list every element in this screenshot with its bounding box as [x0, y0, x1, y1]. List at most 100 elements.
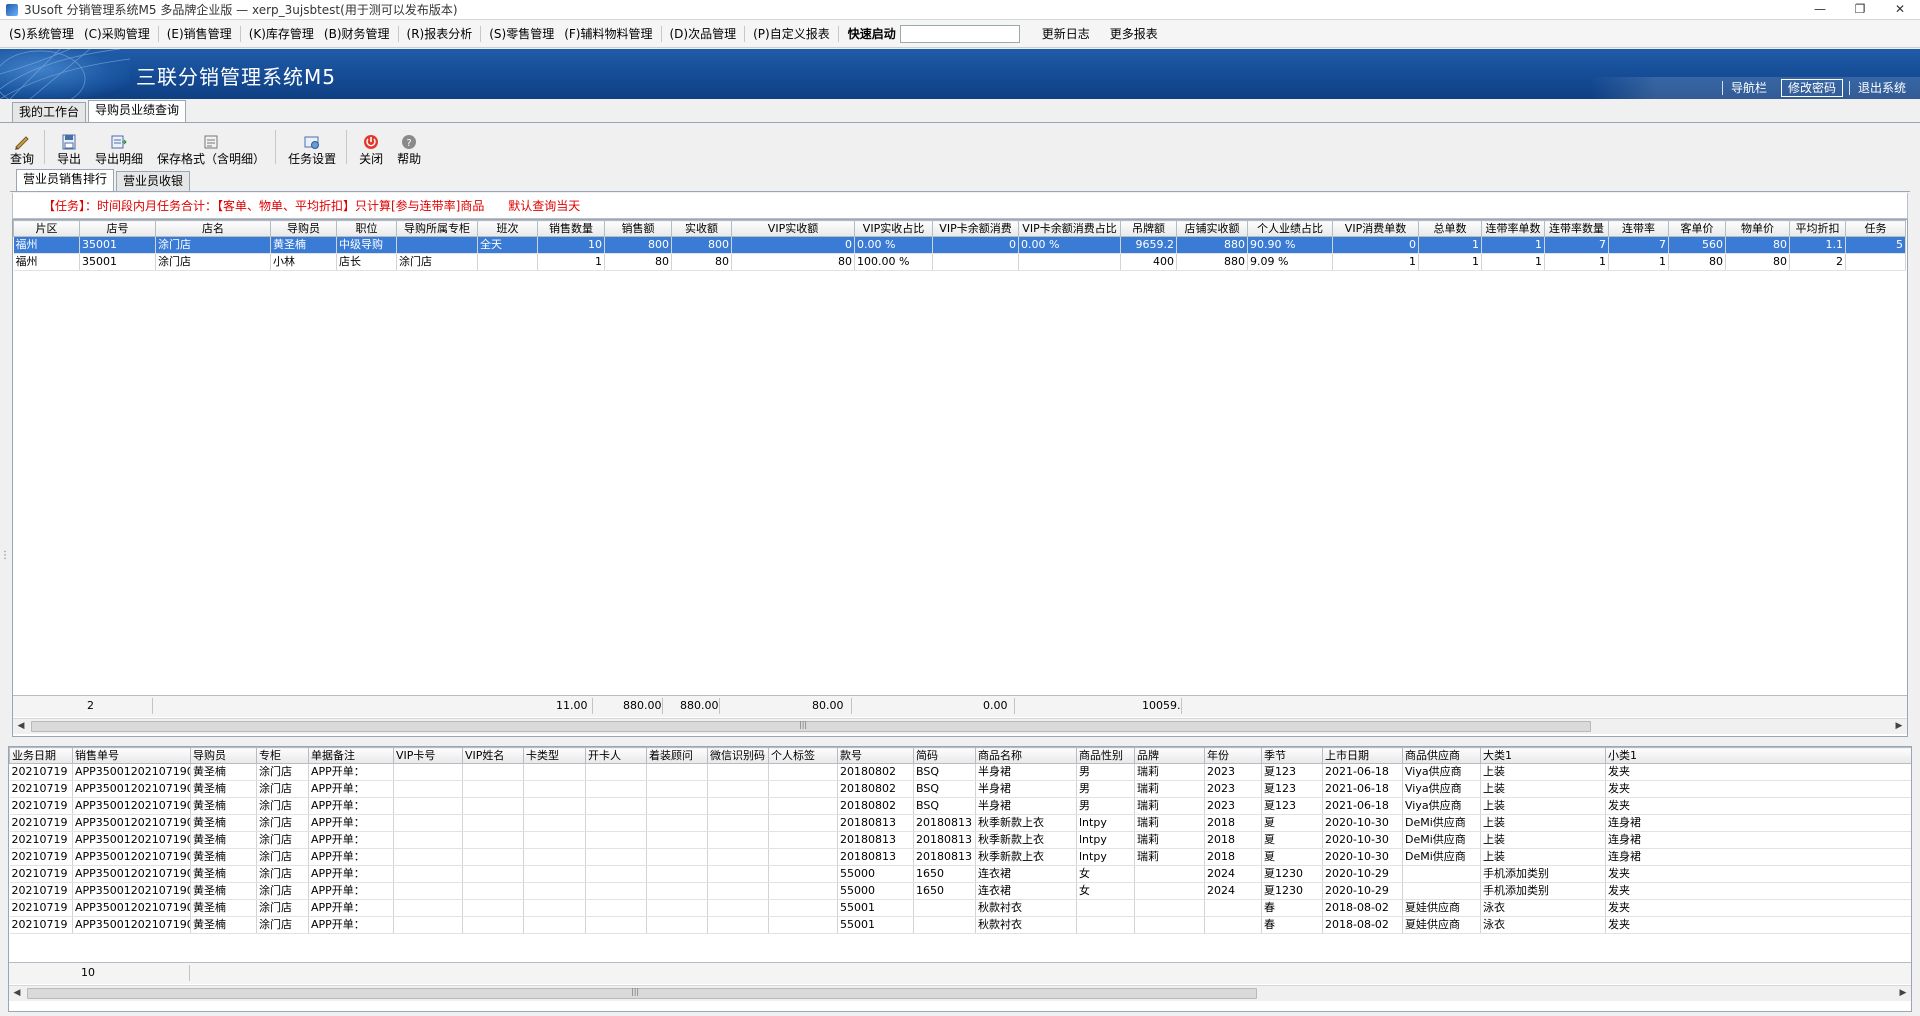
column-header[interactable]: 销售数量: [537, 220, 605, 237]
column-header[interactable]: VIP实收占比: [854, 220, 933, 237]
column-header[interactable]: 年份: [1204, 747, 1262, 764]
menu-finance[interactable]: (B)财务管理: [319, 23, 395, 45]
menu-defects[interactable]: (D)次品管理: [665, 23, 742, 45]
help-button[interactable]: ? 帮助: [397, 128, 421, 166]
column-header[interactable]: 商品性别: [1076, 747, 1135, 764]
export-button[interactable]: 导出: [57, 128, 81, 166]
table-row[interactable]: 20210719 APP350012021071900 黄圣楠 涂门店 APP开单： 20…: [9, 831, 1911, 849]
table-row[interactable]: 20210719 APP350012021071900 黄圣楠 涂门店 APP开单： 20…: [9, 780, 1911, 798]
update-log-link[interactable]: 更新日志: [1032, 23, 1100, 45]
column-header[interactable]: 品牌: [1134, 747, 1205, 764]
column-header[interactable]: 职位: [336, 220, 397, 237]
tab-sales-ranking[interactable]: 营业员销售排行: [16, 169, 115, 191]
column-header[interactable]: 任务: [1845, 220, 1906, 237]
column-header[interactable]: 简码: [913, 747, 976, 764]
column-header[interactable]: 导购所属专柜: [396, 220, 478, 237]
minimize-button[interactable]: —: [1800, 0, 1840, 20]
table-row[interactable]: 20210719 APP350012021071900 黄圣楠 涂门店 APP开单： 55…: [9, 916, 1911, 934]
top-horizontal-scrollbar[interactable]: ◀ ||| ▶: [13, 718, 1907, 734]
column-header[interactable]: VIP姓名: [462, 747, 524, 764]
table-row[interactable]: 20210719 APP350012021071900 黄圣楠 涂门店 APP开单： 20…: [9, 763, 1911, 781]
column-header[interactable]: VIP卡号: [393, 747, 463, 764]
scroll-left-icon[interactable]: ◀: [9, 986, 25, 1002]
close-button[interactable]: 关闭: [359, 128, 383, 166]
column-header[interactable]: 连带率数量: [1544, 220, 1609, 237]
column-header[interactable]: 着装顾问: [646, 747, 708, 764]
column-header[interactable]: 店铺实收额: [1176, 220, 1248, 237]
menu-system[interactable]: (S)系统管理: [4, 23, 79, 45]
column-header[interactable]: VIP消费单数: [1332, 220, 1419, 237]
more-reports-link[interactable]: 更多报表: [1100, 23, 1168, 45]
column-header[interactable]: 单据备注: [308, 747, 394, 764]
column-header[interactable]: 小类1: [1605, 747, 1911, 764]
table-row[interactable]: 20210719 APP350012021071900 黄圣楠 涂门店 APP开单： 20…: [9, 848, 1911, 866]
column-header[interactable]: 导购员: [190, 747, 257, 764]
table-row[interactable]: 20210719 APP350012021071900 黄圣楠 涂门店 APP开单： 20…: [9, 814, 1911, 832]
save-format-button[interactable]: 保存格式（含明细）: [157, 128, 265, 166]
column-header[interactable]: 导购员: [270, 220, 337, 237]
menu-retail[interactable]: (S)零售管理: [484, 23, 559, 45]
column-header[interactable]: 业务日期: [9, 747, 73, 764]
quick-launch-input[interactable]: [899, 24, 1020, 43]
column-header[interactable]: 专柜: [256, 747, 309, 764]
scroll-right-icon[interactable]: ▶: [1895, 986, 1911, 1002]
column-header[interactable]: 大类1: [1480, 747, 1606, 764]
column-header[interactable]: 物单价: [1725, 220, 1790, 237]
column-header[interactable]: VIP卡余额消费占比: [1018, 220, 1121, 237]
column-header[interactable]: VIP实收额: [731, 220, 855, 237]
column-header[interactable]: 连带率: [1608, 220, 1669, 237]
menu-purchase[interactable]: (C)采购管理: [79, 23, 155, 45]
column-header[interactable]: VIP卡余额消费: [932, 220, 1019, 237]
column-header[interactable]: 销售额: [604, 220, 672, 237]
table-row[interactable]: 福州 35001 涂门店 黄圣楠 中级导购 全天 10 800 800 0 0.00 % 0 0.00 …: [13, 236, 1906, 254]
scroll-left-icon[interactable]: ◀: [13, 719, 29, 735]
column-header[interactable]: 开卡人: [585, 747, 647, 764]
column-header[interactable]: 店号: [79, 220, 156, 237]
scroll-right-icon[interactable]: ▶: [1891, 719, 1907, 735]
column-header[interactable]: 卡类型: [523, 747, 586, 764]
column-header[interactable]: 销售单号: [72, 747, 191, 764]
menu-custom-reports[interactable]: (P)自定义报表: [748, 23, 835, 45]
tab-guide-performance[interactable]: 导购员业绩查询: [88, 100, 187, 122]
column-header[interactable]: 上市日期: [1322, 747, 1403, 764]
tab-workbench[interactable]: 我的工作台: [12, 102, 87, 122]
column-header[interactable]: 个人业绩占比: [1247, 220, 1333, 237]
splitter-handle[interactable]: ⋮: [0, 550, 10, 568]
column-header[interactable]: 商品供应商: [1402, 747, 1481, 764]
column-header[interactable]: 连带率单数: [1481, 220, 1545, 237]
scroll-thumb[interactable]: [27, 988, 1257, 999]
table-row[interactable]: 福州 35001 涂门店 小林 店长 涂门店 1 80 80 80 100.00 % 400 880 9.…: [13, 253, 1906, 271]
column-header[interactable]: 季节: [1261, 747, 1323, 764]
restore-button[interactable]: ❐: [1840, 0, 1880, 20]
close-window-button[interactable]: ✕: [1880, 0, 1920, 20]
column-header[interactable]: 总单数: [1418, 220, 1482, 237]
column-header[interactable]: 平均折扣: [1789, 220, 1846, 237]
task-settings-button[interactable]: 任务设置: [288, 128, 336, 166]
menu-reports[interactable]: (R)报表分析: [402, 23, 478, 45]
column-header[interactable]: 实收额: [671, 220, 732, 237]
tab-cashier[interactable]: 营业员收银: [116, 171, 191, 191]
column-header[interactable]: 片区: [13, 220, 80, 237]
logout-link[interactable]: 退出系统: [1848, 81, 1914, 95]
bottom-horizontal-scrollbar[interactable]: ◀ ||| ▶: [9, 985, 1911, 1001]
menu-materials[interactable]: (F)辅料物料管理: [559, 23, 657, 45]
export-detail-button[interactable]: 导出明细: [95, 128, 143, 166]
column-header[interactable]: 个人标签: [768, 747, 838, 764]
column-header[interactable]: 款号: [837, 747, 914, 764]
menu-sales[interactable]: (E)销售管理: [162, 23, 237, 45]
column-header[interactable]: 客单价: [1668, 220, 1726, 237]
column-header[interactable]: 店名: [155, 220, 271, 237]
column-header[interactable]: 班次: [477, 220, 538, 237]
table-row[interactable]: 20210719 APP350012021071900 黄圣楠 涂门店 APP开单： 55…: [9, 882, 1911, 900]
column-header[interactable]: 商品名称: [975, 747, 1077, 764]
scroll-thumb[interactable]: [31, 721, 1591, 732]
menu-inventory[interactable]: (K)库存管理: [244, 23, 319, 45]
column-header[interactable]: 吊牌额: [1120, 220, 1177, 237]
table-row[interactable]: 20210719 APP350012021071900 黄圣楠 涂门店 APP开单： 20…: [9, 797, 1911, 815]
nav-bar-link[interactable]: 导航栏: [1721, 81, 1775, 95]
table-row[interactable]: 20210719 APP350012021071900 黄圣楠 涂门店 APP开单： 55…: [9, 899, 1911, 917]
column-header[interactable]: 微信识别码: [707, 747, 769, 764]
table-row[interactable]: 20210719 APP350012021071900 黄圣楠 涂门店 APP开单： 55…: [9, 865, 1911, 883]
query-button[interactable]: 查询: [10, 128, 34, 166]
change-password-link[interactable]: 修改密码: [1780, 79, 1843, 97]
